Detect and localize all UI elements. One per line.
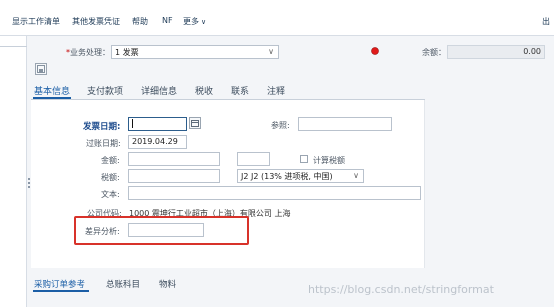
more-label: 更多 (183, 17, 199, 26)
tab-details[interactable]: 详细信息 (141, 84, 177, 97)
chevron-down-icon: ∨ (268, 47, 274, 56)
calendar-icon[interactable] (189, 117, 201, 129)
chevron-down-icon: ∨ (353, 171, 359, 180)
tax-input[interactable] (128, 169, 220, 183)
show-worklist-button[interactable]: 显示工作清单 (12, 16, 60, 27)
main-tabs: 基本信息 支付款项 详细信息 税收 联系 注释 (31, 82, 425, 100)
currency-input[interactable] (237, 152, 270, 166)
balance-label: 余额： (422, 48, 446, 57)
transaction-value: 1 发票 (115, 48, 139, 57)
tax-code-select[interactable]: J2 J2 (13% 进项税, 中国) ∨ (237, 169, 364, 183)
tab-material[interactable]: 物料 (159, 278, 176, 290)
tab-contact[interactable]: 联系 (231, 84, 249, 97)
text-input[interactable] (128, 186, 421, 200)
tab-payment[interactable]: 支付款项 (87, 84, 123, 97)
left-panel (0, 36, 27, 307)
tax-label: 税额: (101, 173, 120, 182)
chevron-down-icon: ∨ (201, 18, 207, 26)
tab-po-reference[interactable]: 采购订单参考 (34, 278, 85, 290)
balance-field: 0.00 (447, 45, 545, 59)
more-menu[interactable]: 更多 ∨ (183, 16, 206, 27)
invoice-date-input[interactable] (128, 117, 187, 131)
text-label: 文本: (101, 190, 120, 199)
tab-basic-info[interactable]: 基本信息 (34, 84, 70, 97)
text-cursor (132, 119, 133, 128)
tab-gl-account[interactable]: 总账科目 (106, 278, 140, 290)
watermark: https://blog.csdn.net/stringformat (308, 283, 494, 296)
document-icon[interactable] (35, 63, 47, 75)
calc-tax-label: 计算税额 (313, 156, 345, 165)
active-tab-indicator (33, 97, 71, 99)
transaction-select[interactable]: 1 发票 ∨ (111, 45, 279, 59)
status-light-icon (370, 46, 380, 56)
reference-input[interactable] (298, 117, 392, 131)
reference-label: 参照: (271, 121, 290, 130)
toolbar: 显示工作清单 其他发票凭证 帮助 NF 更多 ∨ 出 (0, 0, 554, 36)
other-invoice-button[interactable]: 其他发票凭证 (72, 16, 120, 27)
amount-label: 金额: (101, 156, 120, 165)
help-button[interactable]: 帮助 (132, 16, 148, 27)
tab-tax[interactable]: 税收 (195, 84, 213, 97)
tab-notes[interactable]: 注释 (267, 84, 285, 97)
transaction-label: *业务处理： (66, 48, 110, 57)
invoice-date-label: 发票日期: (83, 122, 121, 132)
active-bottom-tab-indicator (33, 290, 89, 292)
calc-tax-checkbox[interactable] (300, 155, 308, 163)
tax-code-value: J2 J2 (13% 进项税, 中国) (241, 172, 333, 181)
nf-button[interactable]: NF (162, 16, 173, 25)
amount-input[interactable] (128, 152, 220, 166)
posting-date-input[interactable]: 2019.04.29 (128, 135, 187, 149)
highlight-box (74, 216, 249, 245)
posting-date-label: 过账日期: (86, 139, 121, 148)
divider (0, 46, 27, 47)
exit-button[interactable]: 出 (542, 16, 550, 27)
